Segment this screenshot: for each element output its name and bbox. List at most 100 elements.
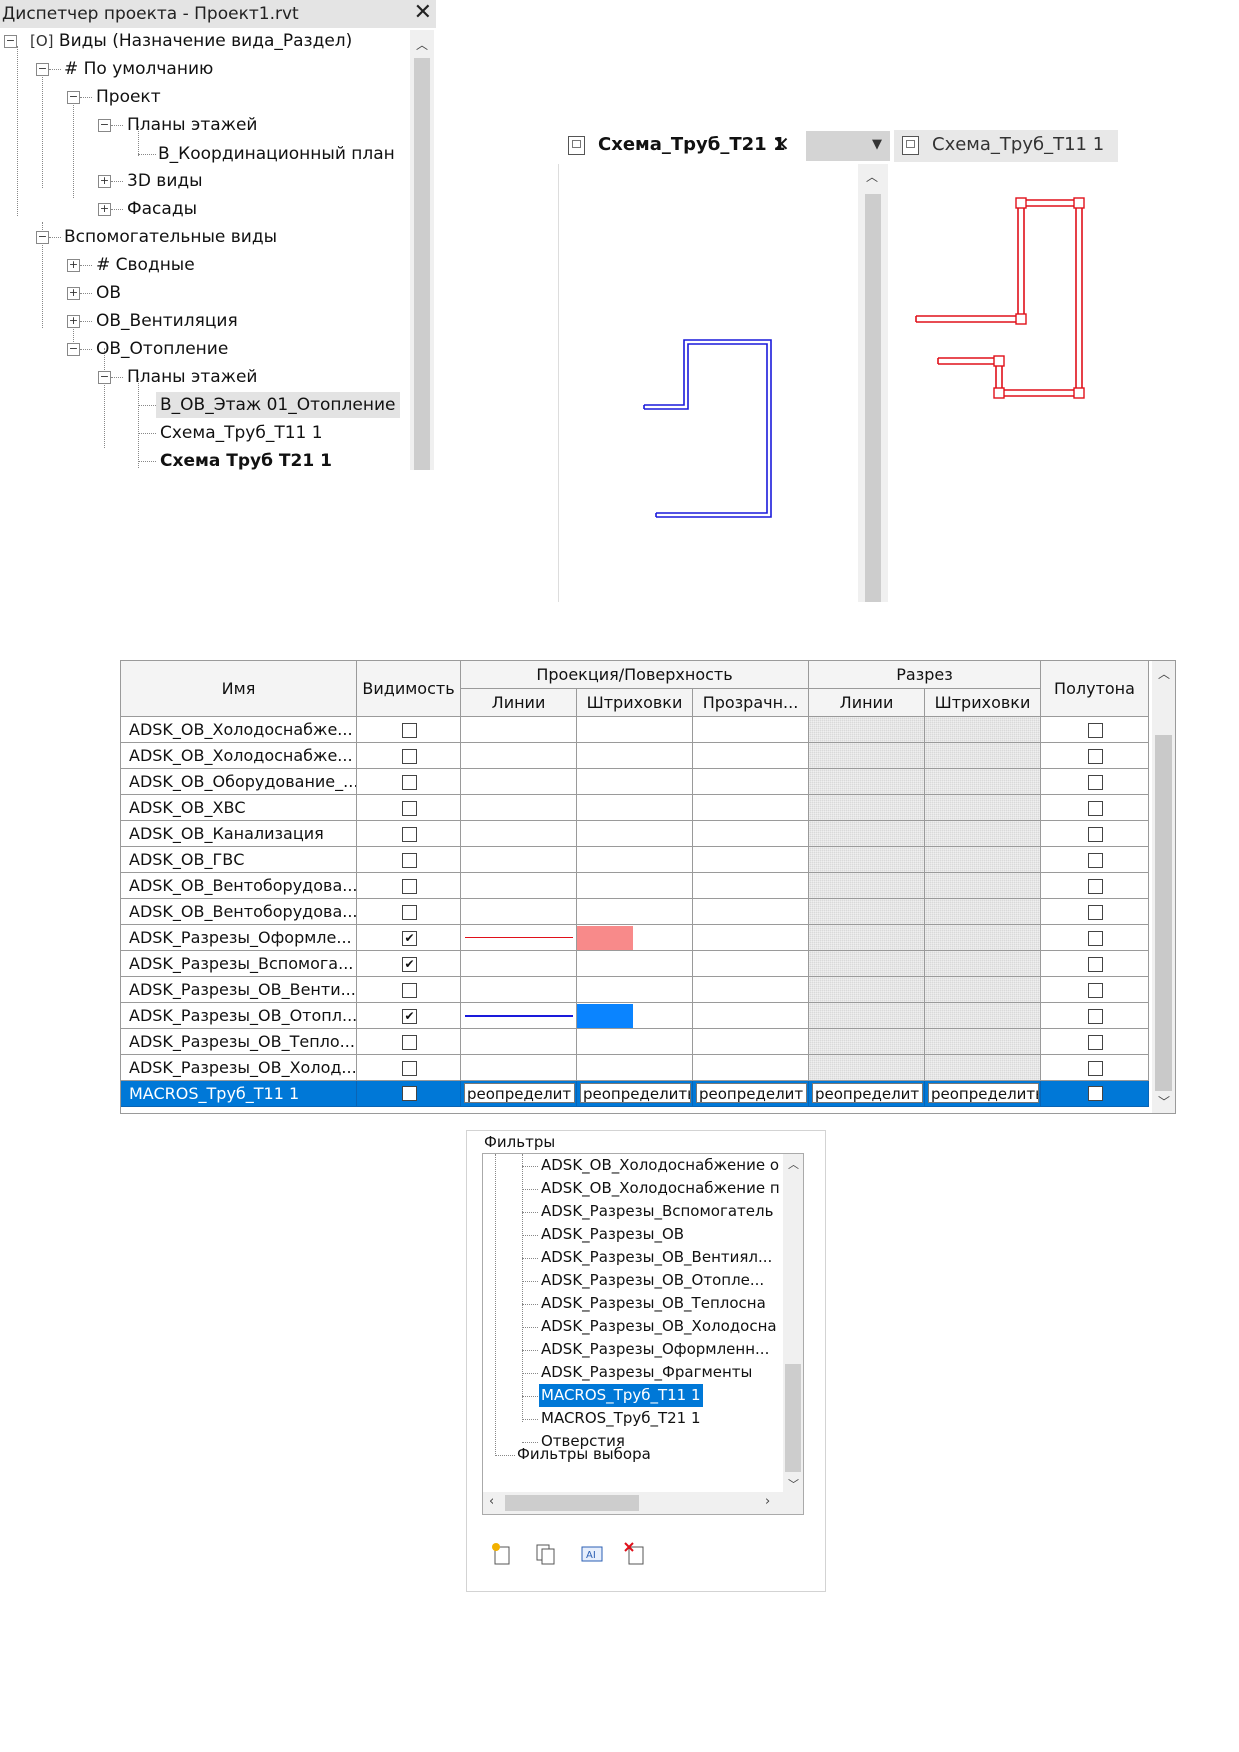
grid-scrollbar[interactable]: ︿ ﹀ bbox=[1152, 661, 1175, 1113]
cell-proj-lines[interactable] bbox=[461, 1003, 577, 1029]
table-row[interactable]: ADSK_ОВ_Канализация bbox=[121, 821, 1149, 847]
tree-node-ov-ventilation[interactable]: ОВ_Вентиляция bbox=[96, 308, 238, 334]
halftone-checkbox[interactable] bbox=[1088, 957, 1103, 972]
cell-proj-patterns[interactable]: реопределить bbox=[577, 1081, 693, 1107]
close-tab-icon[interactable]: ✕ bbox=[773, 132, 790, 156]
cell-cut-patterns[interactable] bbox=[925, 977, 1041, 1003]
cell-proj-transparency[interactable] bbox=[693, 743, 809, 769]
cell-proj-patterns[interactable] bbox=[577, 717, 693, 743]
override-button[interactable]: реопределит bbox=[812, 1083, 923, 1103]
visibility-checkbox[interactable] bbox=[402, 1086, 417, 1101]
cell-halftone[interactable] bbox=[1041, 925, 1149, 951]
cell-halftone[interactable] bbox=[1041, 873, 1149, 899]
cell-halftone[interactable] bbox=[1041, 821, 1149, 847]
cell-proj-lines[interactable] bbox=[461, 925, 577, 951]
scroll-thumb[interactable] bbox=[505, 1495, 639, 1511]
cell-name[interactable]: MACROS_Труб_Т11 1 bbox=[121, 1081, 357, 1107]
visibility-checkbox[interactable] bbox=[402, 905, 417, 920]
cell-cut-lines[interactable] bbox=[809, 1029, 925, 1055]
expand-icon[interactable]: + bbox=[98, 203, 111, 216]
halftone-checkbox[interactable] bbox=[1088, 853, 1103, 868]
visibility-checkbox[interactable] bbox=[402, 1035, 417, 1050]
cell-cut-patterns[interactable] bbox=[925, 847, 1041, 873]
visibility-checkbox[interactable] bbox=[402, 723, 417, 738]
scroll-up-icon[interactable]: ︿ bbox=[788, 1156, 799, 1172]
list-item[interactable]: ADSK_Разрезы_ОВ_Отопле... bbox=[541, 1269, 764, 1292]
cell-proj-patterns[interactable] bbox=[577, 873, 693, 899]
cell-cut-patterns[interactable] bbox=[925, 1003, 1041, 1029]
cell-proj-transparency[interactable] bbox=[693, 717, 809, 743]
halftone-checkbox[interactable] bbox=[1088, 879, 1103, 894]
list-item[interactable]: ADSK_Разрезы_ОВ bbox=[541, 1223, 684, 1246]
halftone-checkbox[interactable] bbox=[1088, 775, 1103, 790]
cell-proj-patterns[interactable] bbox=[577, 821, 693, 847]
expand-icon[interactable]: + bbox=[98, 175, 111, 188]
collapse-icon[interactable]: − bbox=[98, 371, 111, 384]
tab-inactive-view[interactable]: Схема_Труб_Т11 1 bbox=[894, 130, 1118, 162]
list-item[interactable]: ADSK_Разрезы_Оформленн... bbox=[541, 1338, 769, 1361]
table-row[interactable]: ADSK_Разрезы_ОВ_Венти... bbox=[121, 977, 1149, 1003]
override-button[interactable]: реопределить bbox=[580, 1083, 691, 1103]
cell-proj-lines[interactable] bbox=[461, 821, 577, 847]
collapse-icon[interactable]: − bbox=[4, 35, 17, 48]
project-browser-scrollbar[interactable]: ︿ bbox=[410, 30, 434, 470]
table-row[interactable]: ADSK_Разрезы_ОВ_Холод... bbox=[121, 1055, 1149, 1081]
table-row[interactable]: ADSK_ОВ_Холодоснабже... bbox=[121, 717, 1149, 743]
table-row[interactable]: ADSK_ОВ_Вентоборудова... bbox=[121, 899, 1149, 925]
cell-proj-lines[interactable] bbox=[461, 899, 577, 925]
cell-visibility[interactable] bbox=[357, 873, 461, 899]
cell-cut-lines[interactable] bbox=[809, 899, 925, 925]
cell-proj-lines[interactable] bbox=[461, 847, 577, 873]
cell-cut-lines[interactable] bbox=[809, 847, 925, 873]
header-name[interactable]: Имя bbox=[121, 661, 357, 717]
cell-name[interactable]: ADSK_ОВ_ГВС bbox=[121, 847, 357, 873]
cell-name[interactable]: ADSK_ОВ_Холодоснабже... bbox=[121, 743, 357, 769]
table-row[interactable]: ADSK_ОВ_ГВС bbox=[121, 847, 1149, 873]
tree-node-floor-plans-2[interactable]: Планы этажей bbox=[127, 364, 257, 390]
cell-cut-patterns[interactable] bbox=[925, 743, 1041, 769]
list-item[interactable]: ADSK_Разрезы_Фрагменты bbox=[541, 1361, 752, 1384]
duplicate-filter-icon[interactable] bbox=[533, 1541, 559, 1567]
cell-cut-patterns[interactable] bbox=[925, 899, 1041, 925]
tree-node-floor01-heating[interactable]: В_ОВ_Этаж 01_Отопление bbox=[156, 392, 400, 418]
halftone-checkbox[interactable] bbox=[1088, 827, 1103, 842]
scroll-down-icon[interactable]: ﹀ bbox=[1158, 1093, 1170, 1110]
cell-proj-transparency[interactable] bbox=[693, 951, 809, 977]
cell-name[interactable]: ADSK_Разрезы_ОВ_Холод... bbox=[121, 1055, 357, 1081]
tree-node-aux-views[interactable]: Вспомогательные виды bbox=[64, 224, 277, 250]
table-row[interactable]: ADSK_Разрезы_ОВ_Отопл... ✔ bbox=[121, 1003, 1149, 1029]
cell-proj-transparency[interactable] bbox=[693, 1029, 809, 1055]
list-item[interactable]: ADSK_Разрезы_ОВ_Теплосна bbox=[541, 1292, 766, 1315]
cell-visibility[interactable] bbox=[357, 795, 461, 821]
filters-hscroll[interactable]: ‹ › bbox=[483, 1492, 803, 1514]
scroll-thumb[interactable] bbox=[785, 1364, 801, 1472]
canvas-scrollbar[interactable]: ︿ bbox=[858, 164, 888, 602]
header-cut-lines[interactable]: Линии bbox=[809, 689, 925, 717]
table-row[interactable]: ADSK_Разрезы_Оформле... ✔ bbox=[121, 925, 1149, 951]
halftone-checkbox[interactable] bbox=[1088, 723, 1103, 738]
cell-cut-lines[interactable] bbox=[809, 951, 925, 977]
cell-halftone[interactable] bbox=[1041, 743, 1149, 769]
cell-cut-lines[interactable] bbox=[809, 1003, 925, 1029]
header-proj-patterns[interactable]: Штриховки bbox=[577, 689, 693, 717]
visibility-checkbox[interactable]: ✔ bbox=[402, 931, 417, 946]
cell-name[interactable]: ADSK_ОВ_Вентоборудова... bbox=[121, 873, 357, 899]
visibility-checkbox[interactable]: ✔ bbox=[402, 957, 417, 972]
cell-visibility[interactable] bbox=[357, 1055, 461, 1081]
cell-proj-lines[interactable] bbox=[461, 951, 577, 977]
cell-halftone[interactable] bbox=[1041, 1055, 1149, 1081]
collapse-icon[interactable]: − bbox=[98, 119, 111, 132]
expand-icon[interactable]: + bbox=[67, 259, 80, 272]
cell-proj-transparency[interactable] bbox=[693, 1003, 809, 1029]
cell-proj-transparency[interactable] bbox=[693, 795, 809, 821]
cell-visibility[interactable] bbox=[357, 717, 461, 743]
cell-name[interactable]: ADSK_Разрезы_ОВ_Тепло... bbox=[121, 1029, 357, 1055]
cell-proj-patterns[interactable] bbox=[577, 795, 693, 821]
cell-proj-patterns[interactable] bbox=[577, 847, 693, 873]
cell-proj-patterns[interactable] bbox=[577, 769, 693, 795]
tab-active-view[interactable]: Схема_Труб_Т21 1 ✕ bbox=[558, 130, 804, 162]
tree-node-facades[interactable]: Фасады bbox=[127, 196, 197, 222]
halftone-checkbox[interactable] bbox=[1088, 931, 1103, 946]
scroll-up-icon[interactable]: ︿ bbox=[866, 168, 878, 185]
table-row[interactable]: ADSK_ОВ_Холодоснабже... bbox=[121, 743, 1149, 769]
